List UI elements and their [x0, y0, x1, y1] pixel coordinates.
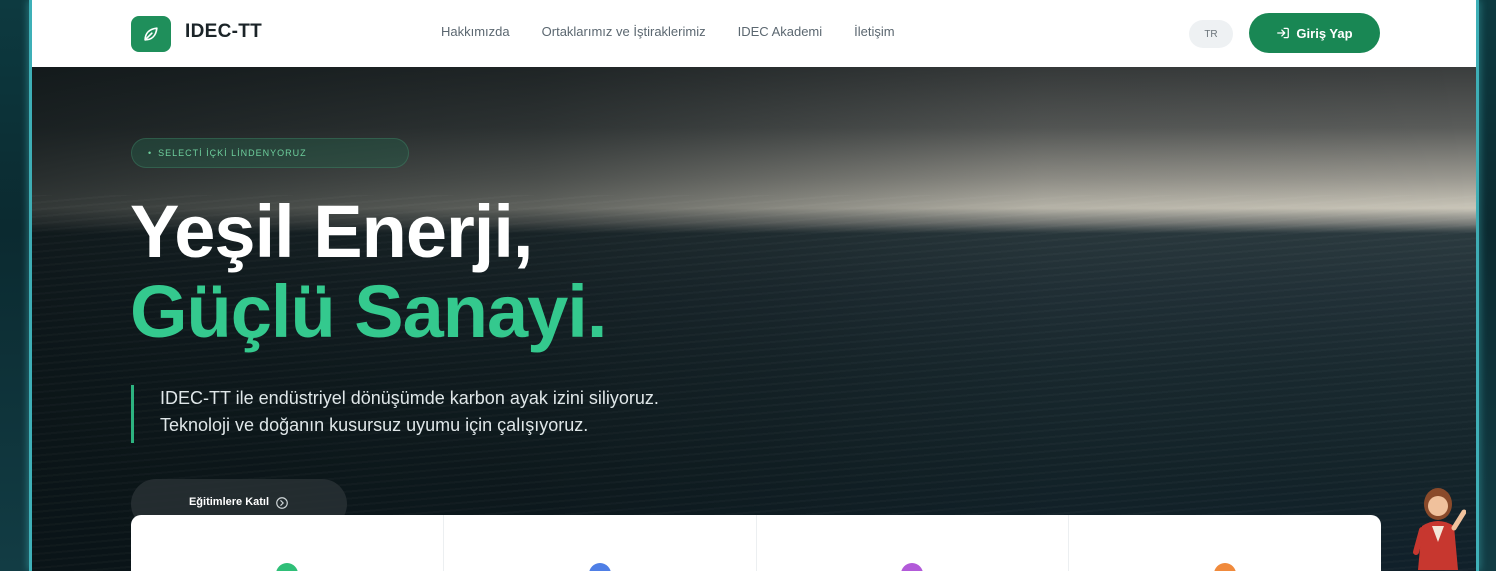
feature-card: [757, 515, 1070, 571]
hero-description-line2: Teknoloji ve doğanın kusursuz uyumu için…: [160, 415, 589, 435]
leaf-icon: [144, 27, 158, 41]
frame-right-decoration: [1476, 0, 1496, 571]
feature-icon-green: [275, 563, 298, 571]
feature-card: [444, 515, 757, 571]
nav-link-about[interactable]: Hakkımızda: [441, 24, 510, 39]
feature-panel: [131, 515, 1381, 571]
hero-title-line2: Güçlü Sanayi.: [130, 270, 607, 353]
assistant-mascot-icon[interactable]: [1410, 482, 1466, 571]
page: IDEC-TT Hakkımızda Ortaklarımız ve İştir…: [32, 0, 1476, 571]
feature-icon-blue: [588, 563, 611, 571]
login-arrow-icon: [1277, 27, 1290, 39]
login-button[interactable]: Giriş Yap: [1249, 13, 1380, 53]
feature-icon-orange: [1214, 563, 1237, 571]
hero-title-line1: Yeşil Enerji,: [130, 190, 533, 273]
logo[interactable]: [131, 16, 171, 52]
nav-links: Hakkımızda Ortaklarımız ve İştiraklerimi…: [441, 24, 895, 39]
feature-card: [1069, 515, 1381, 571]
language-switcher[interactable]: TR: [1189, 20, 1233, 48]
navbar: IDEC-TT Hakkımızda Ortaklarımız ve İştir…: [32, 0, 1476, 67]
arrow-right-circle-icon: [276, 497, 288, 509]
feature-icon-purple: [901, 563, 924, 571]
nav-link-partners[interactable]: Ortaklarımız ve İştiraklerimiz: [542, 24, 706, 39]
brand-name[interactable]: IDEC-TT: [185, 21, 262, 43]
hero-description: IDEC-TT ile endüstriyel dönüşümde karbon…: [131, 385, 659, 443]
join-trainings-label: Eğitimlere Katıl: [188, 496, 270, 508]
hero-section: • SELECTİ İÇKİ LİNDENYORUZ Yeşil Enerji,…: [32, 67, 1476, 571]
feature-card: [131, 515, 444, 571]
nav-link-academy[interactable]: IDEC Akademi: [738, 24, 823, 39]
nav-link-contact[interactable]: İletişim: [854, 24, 894, 39]
dot-icon: •: [148, 148, 153, 158]
hero-description-line1: IDEC-TT ile endüstriyel dönüşümde karbon…: [160, 388, 659, 408]
login-button-label: Giriş Yap: [1296, 25, 1353, 41]
frame-left-decoration: [0, 0, 32, 571]
hero-tag-text: SELECTİ İÇKİ LİNDENYORUZ: [158, 148, 307, 158]
hero-tag-badge: • SELECTİ İÇKİ LİNDENYORUZ: [131, 138, 409, 168]
